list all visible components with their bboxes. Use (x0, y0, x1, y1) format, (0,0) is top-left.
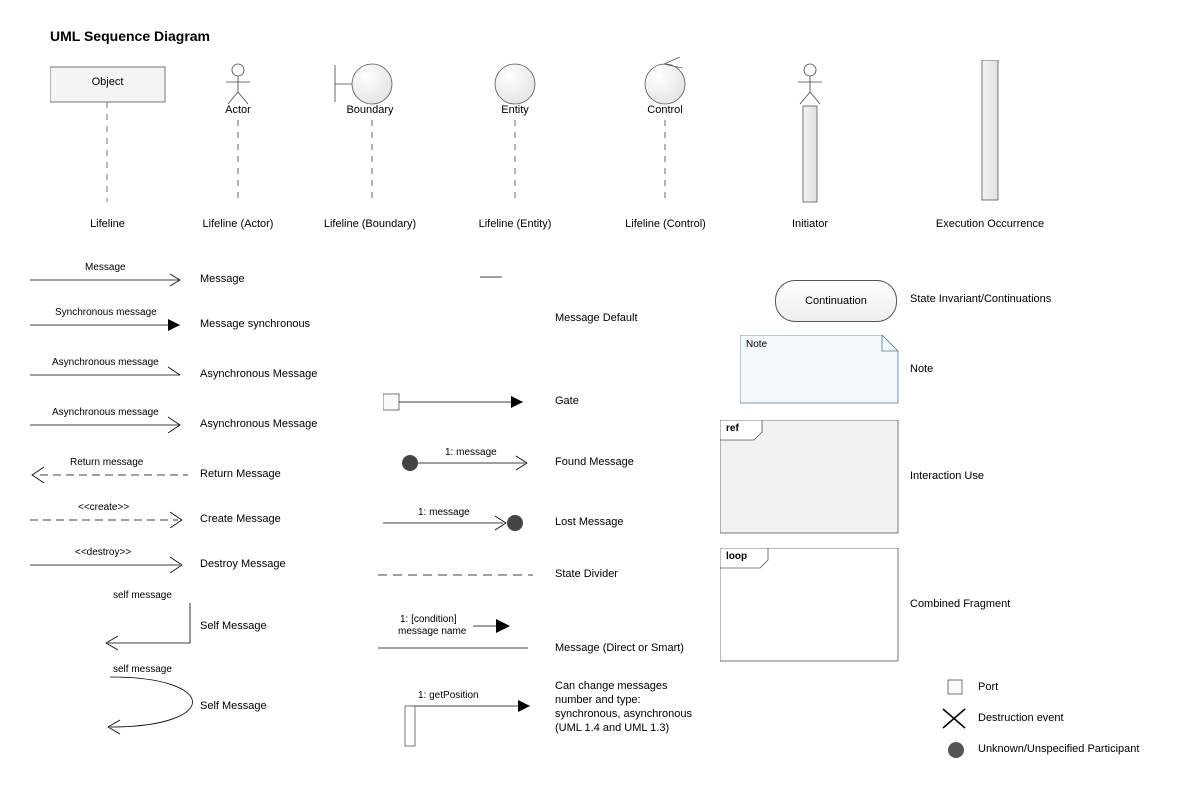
note-text: Note (746, 339, 767, 350)
lifeline-control-label: Lifeline (Control) (613, 218, 718, 230)
create-desc: Create Message (200, 513, 281, 525)
message-desc: Message (200, 273, 245, 285)
lifeline-actor-label: Lifeline (Actor) (188, 218, 288, 230)
async2-text: Asynchronous message (52, 407, 159, 418)
actor-label: Actor (198, 104, 278, 116)
message-text: Message (85, 262, 126, 273)
ref-tag-text: ref (726, 423, 739, 434)
self2-text: self message (113, 664, 172, 675)
self2-desc: Self Message (200, 700, 267, 712)
object-box-label: Object (50, 76, 165, 88)
lost-desc: Lost Message (555, 516, 623, 528)
combined-fragment-desc: Combined Fragment (910, 598, 1010, 610)
unknown-participant-desc: Unknown/Unspecified Participant (978, 743, 1139, 755)
control-label: Control (620, 104, 710, 116)
getpos-desc1: Can change messages (555, 680, 668, 692)
lifeline-actor-symbol (198, 62, 278, 207)
destroy-text: <<destroy>> (75, 547, 131, 558)
interaction-use-symbol (720, 420, 900, 535)
lifeline-label: Lifeline (50, 218, 165, 230)
gate-symbol (383, 392, 533, 414)
initiator-symbol (770, 62, 850, 207)
direct-text2: message name (398, 626, 466, 637)
continuation-symbol: Continuation (775, 280, 897, 322)
async-text: Asynchronous message (52, 357, 159, 368)
lifeline-control-symbol (620, 57, 710, 207)
message-default-desc: Message Default (555, 312, 638, 324)
self-message-symbol (100, 598, 200, 658)
port-symbol (946, 678, 966, 698)
found-text: 1: message (445, 447, 497, 458)
destruction-event-symbol (940, 706, 970, 732)
return-text: Return message (70, 457, 143, 468)
lifeline-entity-label: Lifeline (Entity) (465, 218, 565, 230)
self-message-curve-symbol (100, 672, 200, 742)
loop-tag-text: loop (726, 551, 747, 562)
continuation-desc: State Invariant/Continuations (910, 293, 1051, 305)
unknown-participant-symbol (946, 740, 966, 760)
lifeline-boundary-label: Lifeline (Boundary) (310, 218, 430, 230)
self-desc: Self Message (200, 620, 267, 632)
getpos-desc2: number and type: (555, 694, 641, 706)
execution-occurrence-symbol (960, 60, 1020, 210)
destroy-desc: Destroy Message (200, 558, 286, 570)
page-title: UML Sequence Diagram (50, 28, 210, 44)
getpos-desc4: (UML 1.4 and UML 1.3) (555, 722, 669, 734)
lifeline-boundary-symbol (320, 62, 420, 207)
entity-label: Entity (475, 104, 555, 116)
lost-text: 1: message (418, 507, 470, 518)
lifeline-entity-symbol (475, 62, 555, 207)
combined-fragment-symbol (720, 548, 900, 663)
initiator-label: Initiator (760, 218, 860, 230)
note-desc: Note (910, 363, 933, 375)
gate-desc: Gate (555, 395, 579, 407)
self-text: self message (113, 590, 172, 601)
found-desc: Found Message (555, 456, 634, 468)
return-desc: Return Message (200, 468, 281, 480)
create-text: <<create>> (78, 502, 129, 513)
interaction-use-desc: Interaction Use (910, 470, 984, 482)
boundary-label: Boundary (320, 104, 420, 116)
port-desc: Port (978, 681, 998, 693)
message-default-symbol (480, 272, 510, 282)
continuation-text: Continuation (805, 295, 867, 307)
async2-desc: Asynchronous Message (200, 418, 317, 430)
getpos-desc3: synchronous, asynchronous (555, 708, 692, 720)
direct-text1: 1: [condition] (400, 614, 457, 625)
getpos-text: 1: getPosition (418, 690, 479, 701)
execution-label: Execution Occurrence (920, 218, 1060, 230)
async-desc: Asynchronous Message (200, 368, 317, 380)
sync-desc: Message synchronous (200, 318, 310, 330)
state-divider-symbol (378, 570, 538, 580)
state-divider-desc: State Divider (555, 568, 618, 580)
destruction-event-desc: Destruction event (978, 712, 1064, 724)
sync-text: Synchronous message (55, 307, 157, 318)
direct-desc: Message (Direct or Smart) (555, 642, 684, 654)
